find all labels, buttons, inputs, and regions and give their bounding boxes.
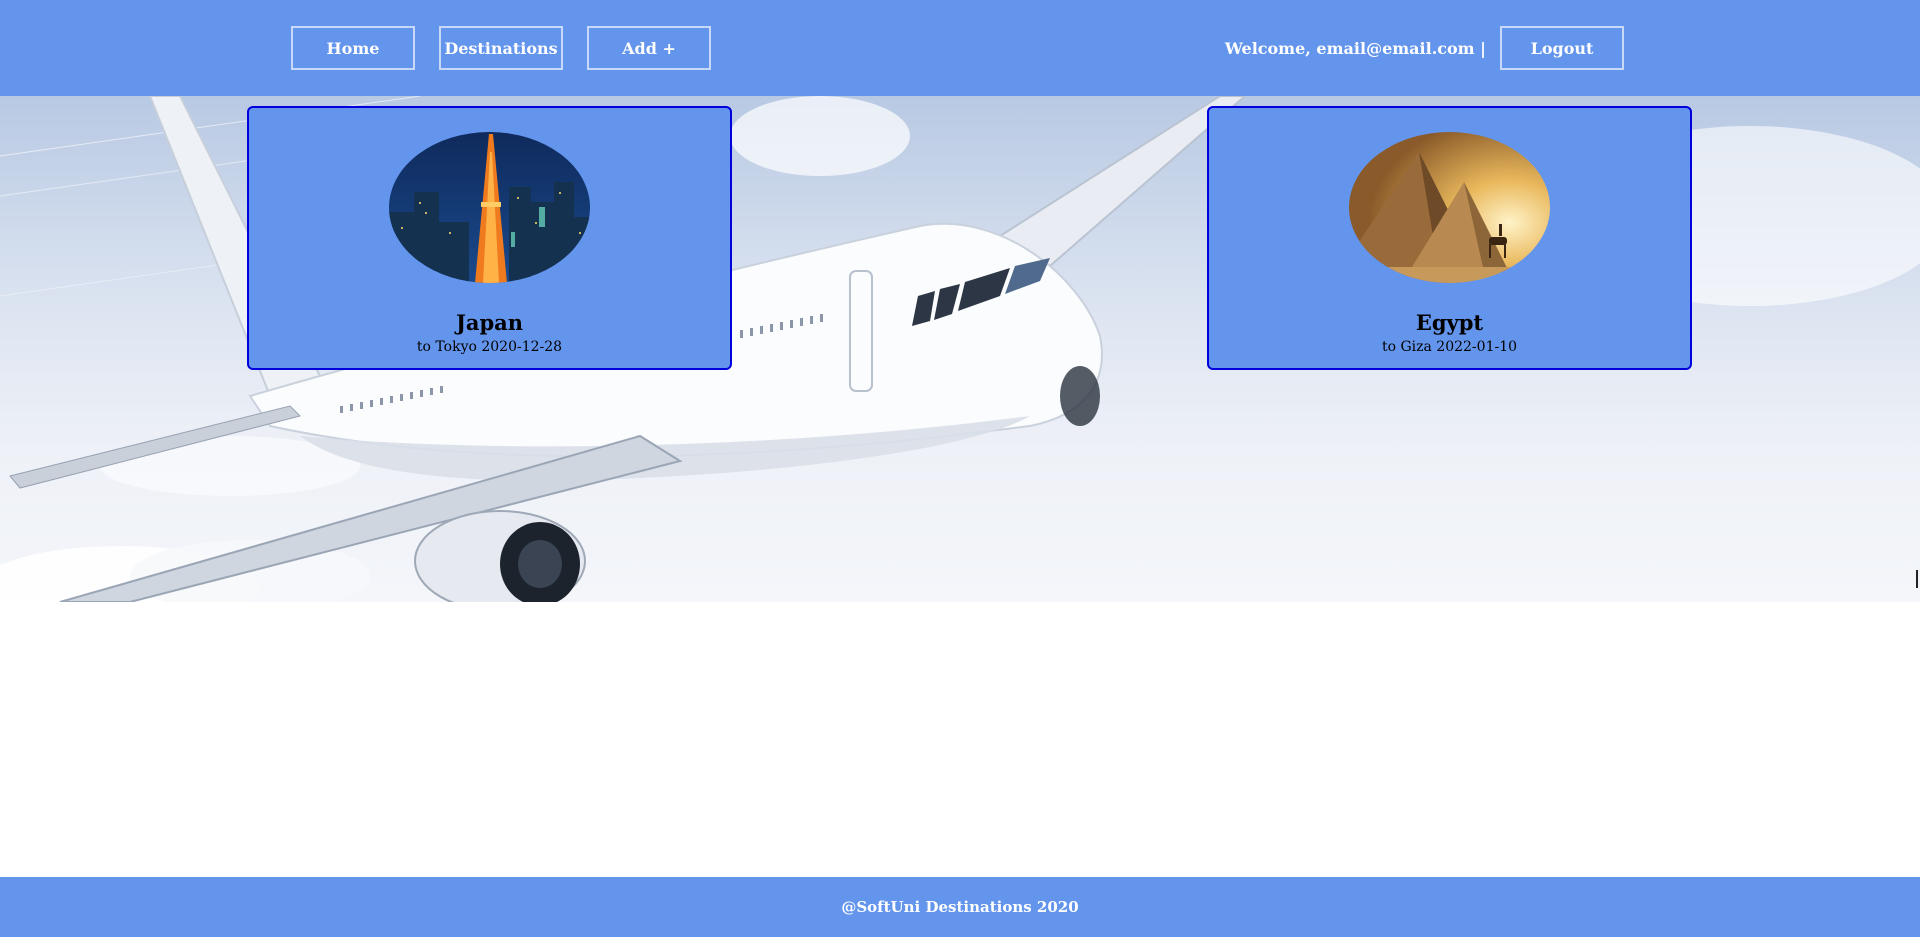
destination-subtitle: to Tokyo 2020-12-28	[416, 339, 563, 355]
destination-card-japan[interactable]: Japan to Tokyo 2020-12-28	[247, 106, 732, 370]
add-destination-button[interactable]: Add +	[587, 26, 711, 70]
home-button[interactable]: Home	[291, 26, 415, 70]
destinations-button[interactable]: Destinations	[439, 26, 563, 70]
giza-pyramids-image	[1349, 132, 1550, 283]
text-cursor	[1916, 570, 1918, 588]
destination-card-egypt[interactable]: Egypt to Giza 2022-01-10	[1207, 106, 1692, 370]
welcome-text: Welcome, email@email.com |	[1224, 38, 1486, 58]
destination-subtitle: to Giza 2022-01-10	[1381, 339, 1518, 355]
logout-button[interactable]: Logout	[1500, 26, 1624, 70]
footer: @SoftUni Destinations 2020	[0, 877, 1920, 937]
destination-name: Egypt	[1415, 310, 1484, 335]
tokyo-tower-night-image	[389, 132, 590, 283]
top-navigation-bar: Home Destinations Add + Welcome, email@e…	[0, 0, 1920, 96]
footer-text: @SoftUni Destinations 2020	[841, 898, 1079, 916]
destination-name: Japan	[455, 310, 524, 335]
